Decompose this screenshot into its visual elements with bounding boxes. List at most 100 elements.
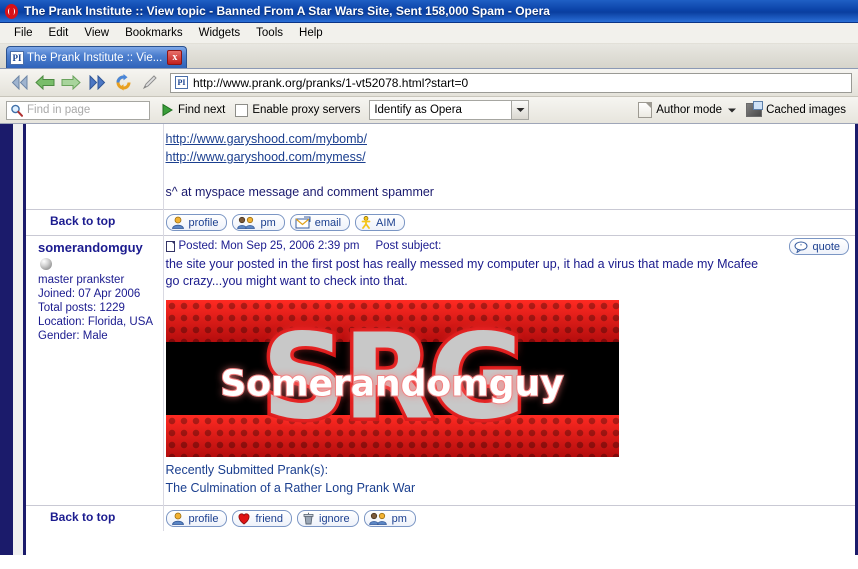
tab-prank-institute[interactable]: PI The Prank Institute :: Vie... x [6, 46, 188, 68]
search-icon [11, 104, 23, 117]
close-icon[interactable]: x [167, 50, 183, 65]
email-button[interactable]: email [289, 214, 351, 231]
post-actions-cell: profile pm email AIM [163, 210, 855, 236]
find-toolbar: Find in page Find next Enable proxy serv… [0, 97, 858, 124]
back-to-top-cell: Back to top [26, 209, 164, 236]
tab-favicon-icon: PI [10, 50, 24, 65]
post-author-name[interactable]: somerandomguy [38, 240, 159, 256]
sig-caption-line-2[interactable]: The Culmination of a Rather Long Prank W… [166, 479, 856, 497]
forum-page: http://www.garyshood.com/mybomb/ http://… [23, 124, 858, 555]
table-row: Back to top profile [26, 505, 855, 532]
menu-view[interactable]: View [76, 25, 117, 41]
post-user-cell: somerandomguy master prankster Joined: 0… [26, 235, 164, 506]
identify-as-value: Identify as Opera [374, 104, 462, 116]
back-to-top-link[interactable]: Back to top [38, 510, 159, 524]
menu-help[interactable]: Help [291, 25, 331, 41]
enable-proxy-checkbox[interactable]: Enable proxy servers [235, 103, 361, 117]
reload-button[interactable] [110, 71, 136, 95]
friend-button[interactable]: friend [232, 510, 292, 527]
search-input[interactable]: Find in page [6, 100, 150, 120]
ignore-label: ignore [319, 512, 350, 525]
back-button[interactable] [32, 71, 58, 95]
banner-username-text: Somerandomguy [219, 362, 564, 405]
menu-file[interactable]: File [6, 25, 41, 41]
quote-button-wrap: " quote [789, 238, 849, 258]
chevron-down-icon[interactable] [728, 104, 737, 116]
tab-bar: PI The Prank Institute :: Vie... x [0, 44, 858, 69]
cached-images-button[interactable]: Cached images [746, 101, 846, 117]
menu-tools[interactable]: Tools [248, 25, 291, 41]
chevron-down-icon[interactable] [511, 101, 529, 119]
identify-as-select[interactable]: Identify as Opera [369, 100, 530, 120]
posts-table: http://www.garyshood.com/mybomb/ http://… [26, 124, 855, 531]
ignore-icon [302, 512, 315, 525]
navigation-toolbar: PI http://www.prank.org/pranks/1-vt52078… [0, 69, 858, 97]
window-title: The Prank Institute :: View topic - Bann… [24, 4, 550, 18]
author-location: Location: Florida, USA [38, 316, 154, 328]
aim-label: AIM [376, 216, 396, 229]
url-text: http://www.prank.org/pranks/1-vt52078.ht… [193, 75, 469, 90]
site-favicon-icon: PI [175, 76, 188, 89]
profile-icon [171, 512, 185, 525]
reload-icon [116, 74, 130, 91]
post-user-cell [26, 124, 164, 210]
post-action-buttons: profile friend ignore pm [164, 506, 856, 531]
pm-button[interactable]: pm [363, 510, 416, 527]
rewind-button[interactable] [6, 71, 32, 95]
fast-forward-button[interactable] [84, 71, 110, 95]
email-label: email [314, 216, 342, 229]
author-total-posts: Total posts: 1229 [38, 302, 125, 314]
profile-label: profile [188, 216, 219, 229]
address-bar[interactable]: PI http://www.prank.org/pranks/1-vt52078… [170, 72, 852, 93]
quote-button[interactable]: " quote [789, 238, 849, 255]
menu-edit[interactable]: Edit [41, 25, 77, 41]
enable-proxy-label: Enable proxy servers [252, 104, 361, 116]
author-mode-button[interactable]: Author mode [638, 102, 737, 118]
profile-button[interactable]: profile [165, 510, 228, 527]
forum-link[interactable]: http://www.garyshood.com/mybomb/ [166, 130, 856, 148]
post-body-line-2: go crazy...you might want to check into … [165, 274, 408, 288]
pm-button[interactable]: pm [232, 214, 285, 231]
document-icon [638, 102, 653, 118]
friend-label: friend [255, 512, 283, 525]
profile-label: profile [188, 512, 219, 525]
profile-button[interactable]: profile [165, 214, 228, 231]
quote-icon: " [794, 241, 808, 253]
pm-label: pm [391, 512, 407, 525]
pencil-icon [142, 75, 157, 90]
author-joined: Joined: 07 Apr 2006 [38, 288, 141, 300]
tab-title: The Prank Institute :: Vie... [27, 51, 163, 64]
edit-button[interactable] [136, 71, 162, 95]
quote-label: quote [812, 240, 840, 253]
double-chevron-left-icon [11, 75, 27, 90]
post-header: Posted: Mon Sep 25, 2006 2:39 pm Post su… [164, 236, 856, 255]
pm-icon [368, 512, 388, 525]
signature-banner-image: SRG Somerandomguy [165, 300, 619, 457]
post-actions-cell: profile friend ignore pm [163, 506, 855, 532]
pm-icon [237, 216, 256, 229]
author-gender: Gender: Male [38, 330, 108, 342]
post-signature-text: s^ at myspace message and comment spamme… [165, 185, 434, 199]
post-body-line-1: the site your posted in the first post h… [165, 257, 759, 271]
arrow-left-icon [35, 75, 55, 90]
rank-pip-icon [40, 258, 52, 270]
post-timestamp: Posted: Mon Sep 25, 2006 2:39 pm [178, 240, 360, 252]
arrow-right-icon [61, 75, 81, 90]
page-left-border [0, 124, 13, 555]
forward-button[interactable] [58, 71, 84, 95]
post-body: the site your posted in the first post h… [164, 254, 856, 296]
aim-button[interactable]: AIM [355, 214, 405, 231]
ignore-button[interactable]: ignore [297, 510, 359, 527]
menu-widgets[interactable]: Widgets [191, 25, 249, 41]
forum-link[interactable]: http://www.garyshood.com/mymess/ [166, 148, 856, 166]
page-viewport: http://www.garyshood.com/mybomb/ http://… [0, 124, 858, 555]
find-next-button[interactable]: Find next [160, 103, 225, 117]
cached-images-label: Cached images [766, 104, 846, 116]
opera-browser-window: The Prank Institute :: View topic - Bann… [0, 0, 858, 569]
post-subject-label: Post subject: [375, 240, 442, 252]
menu-bookmarks[interactable]: Bookmarks [117, 25, 191, 41]
back-to-top-link[interactable]: Back to top [38, 214, 159, 228]
checkbox-box[interactable] [235, 103, 249, 117]
signature-caption: Recently Submitted Prank(s): The Culmina… [164, 461, 856, 497]
post-links: http://www.garyshood.com/mybomb/ http://… [164, 124, 856, 170]
